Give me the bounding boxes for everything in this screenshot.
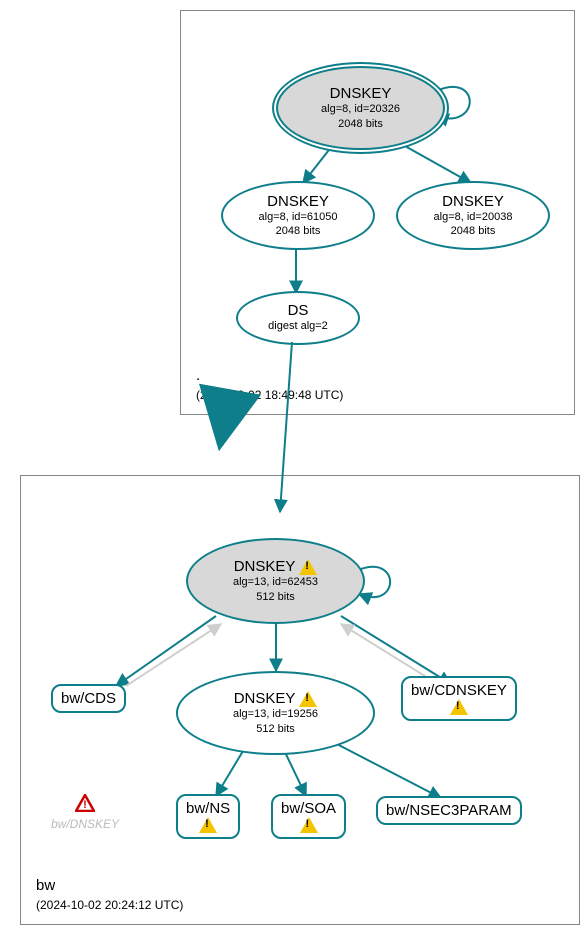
node-bw-cdnskey: bw/CDNSKEY	[401, 676, 517, 721]
warning-icon	[299, 691, 317, 707]
node-sub: alg=13, id=19256	[233, 707, 318, 721]
node-root-zsk2: DNSKEY alg=8, id=20038 2048 bits	[396, 181, 550, 250]
node-title: DNSKEY	[234, 690, 318, 707]
node-bw-ksk: DNSKEY alg=13, id=62453 512 bits	[186, 538, 365, 624]
zone-name: .	[196, 367, 343, 384]
node-bw-soa: bw/SOA	[271, 794, 346, 839]
node-sub: 512 bits	[256, 590, 295, 604]
zone-bw: DNSKEY alg=13, id=62453 512 bits bw/CDS …	[20, 475, 580, 925]
node-root-ds: DS digest alg=2	[236, 291, 360, 345]
node-title: bw/SOA	[281, 800, 336, 817]
node-title: DNSKEY	[330, 85, 392, 102]
node-title: bw/NSEC3PARAM	[386, 802, 512, 819]
warning-icon	[199, 817, 217, 833]
warning-icon	[450, 699, 468, 715]
node-title: DS	[288, 302, 309, 319]
node-sub: 2048 bits	[451, 224, 496, 238]
node-title: bw/NS	[186, 800, 230, 817]
node-title: bw/DNSKEY	[51, 817, 119, 831]
node-bw-dnskey-error: ! bw/DNSKEY	[51, 794, 119, 831]
node-title: bw/CDNSKEY	[411, 682, 507, 699]
zone-timestamp: (2024-10-02 20:24:12 UTC)	[36, 898, 183, 912]
node-title: DNSKEY	[267, 193, 329, 210]
node-bw-cds: bw/CDS	[51, 684, 126, 713]
node-sub: alg=8, id=61050	[259, 210, 338, 224]
node-title: DNSKEY	[234, 558, 318, 575]
node-title: bw/CDS	[61, 690, 116, 707]
node-sub: alg=8, id=20038	[434, 210, 513, 224]
zone-root: DNSKEY alg=8, id=20326 2048 bits DNSKEY …	[180, 10, 575, 415]
label: DNSKEY	[234, 558, 295, 575]
node-sub: 512 bits	[256, 722, 295, 736]
node-sub: alg=13, id=62453	[233, 575, 318, 589]
warning-icon	[300, 817, 318, 833]
node-title: DNSKEY	[442, 193, 504, 210]
node-bw-nsec3param: bw/NSEC3PARAM	[376, 796, 522, 825]
node-sub: 2048 bits	[276, 224, 321, 238]
node-root-zsk1: DNSKEY alg=8, id=61050 2048 bits	[221, 181, 375, 250]
error-icon: !	[75, 794, 95, 812]
node-bw-zsk: DNSKEY alg=13, id=19256 512 bits	[176, 671, 375, 755]
label: DNSKEY	[234, 690, 295, 707]
zone-timestamp: (2024-10-02 18:49:48 UTC)	[196, 388, 343, 402]
node-root-ksk: DNSKEY alg=8, id=20326 2048 bits	[276, 66, 445, 150]
node-bw-ns: bw/NS	[176, 794, 240, 839]
warning-icon	[299, 559, 317, 575]
node-sub: digest alg=2	[268, 319, 328, 333]
zone-name: bw	[36, 877, 183, 894]
node-sub: alg=8, id=20326	[321, 102, 400, 116]
node-sub: 2048 bits	[338, 117, 383, 131]
svg-text:!: !	[83, 799, 87, 811]
